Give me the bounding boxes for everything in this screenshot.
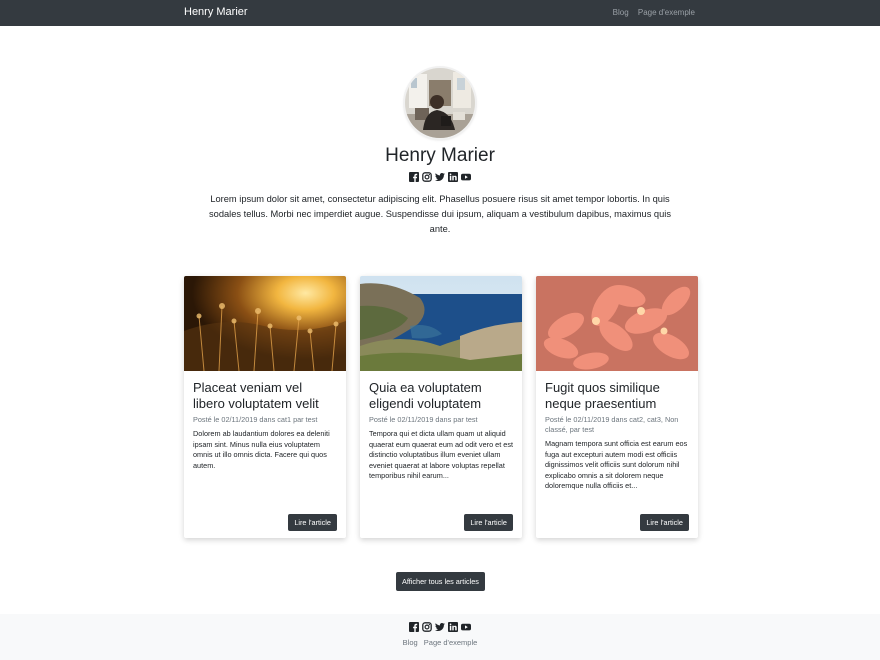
article-card: Quia ea voluptatem eligendi voluptatem P… [360,276,522,538]
article-excerpt: Tempora qui et dicta ullam quam ut aliqu… [369,429,513,480]
footer-link-example-page[interactable]: Page d'exemple [424,638,478,647]
article-image-golden-grass[interactable] [184,276,346,371]
brand-link[interactable]: Henry Marier [184,6,248,18]
youtube-icon[interactable] [461,172,471,182]
avatar-photo [405,68,475,138]
read-article-button[interactable]: Lire l'article [464,514,513,531]
footer: Blog Page d'exemple [0,614,880,660]
read-article-button[interactable]: Lire l'article [288,514,337,531]
footer-link-blog[interactable]: Blog [403,638,418,647]
footer-social-links [0,622,880,633]
instagram-icon[interactable] [422,622,432,632]
article-meta: Posté le 02/11/2019 dans par test [369,415,478,424]
avatar [405,68,475,138]
show-all-articles-button[interactable]: Afficher tous les articles [396,572,485,591]
article-excerpt: Magnam tempora sunt officia est earum eo… [545,439,688,490]
article-title[interactable]: Quia ea voluptatem eligendi voluptatem [369,380,513,412]
nav-links: Blog Page d'exemple [606,8,695,17]
read-article-button[interactable]: Lire l'article [640,514,689,531]
article-meta: Posté le 02/11/2019 dans cat2, cat3, Non… [545,415,679,434]
instagram-icon[interactable] [422,172,432,182]
article-image-flowers[interactable] [536,276,698,371]
nav-link-example-page[interactable]: Page d'exemple [638,8,695,17]
profile-name: Henry Marier [385,145,495,166]
profile-section: Henry Marier Lorem ipsum dolor sit amet,… [0,68,880,237]
article-title[interactable]: Placeat veniam vel libero voluptatem vel… [193,380,337,412]
nav-link-blog[interactable]: Blog [613,8,629,17]
social-links [0,172,880,183]
profile-bio: Lorem ipsum dolor sit amet, consectetur … [209,194,671,234]
article-card: Fugit quos similique neque praesentium P… [536,276,698,538]
article-title[interactable]: Fugit quos similique neque praesentium [545,380,689,412]
facebook-icon[interactable] [409,622,419,632]
linkedin-icon[interactable] [448,172,458,182]
twitter-icon[interactable] [435,172,445,182]
article-meta: Posté le 02/11/2019 dans cat1 par test [193,415,318,424]
article-image-coastline[interactable] [360,276,522,371]
top-navbar: Henry Marier Blog Page d'exemple [0,0,880,26]
footer-links: Blog Page d'exemple [0,638,880,647]
linkedin-icon[interactable] [448,622,458,632]
facebook-icon[interactable] [409,172,419,182]
article-card: Placeat veniam vel libero voluptatem vel… [184,276,346,538]
youtube-icon[interactable] [461,622,471,632]
article-excerpt: Dolorem ab laudantium dolores ea delenit… [193,429,330,470]
article-cards: Placeat veniam vel libero voluptatem vel… [184,276,699,538]
twitter-icon[interactable] [435,622,445,632]
